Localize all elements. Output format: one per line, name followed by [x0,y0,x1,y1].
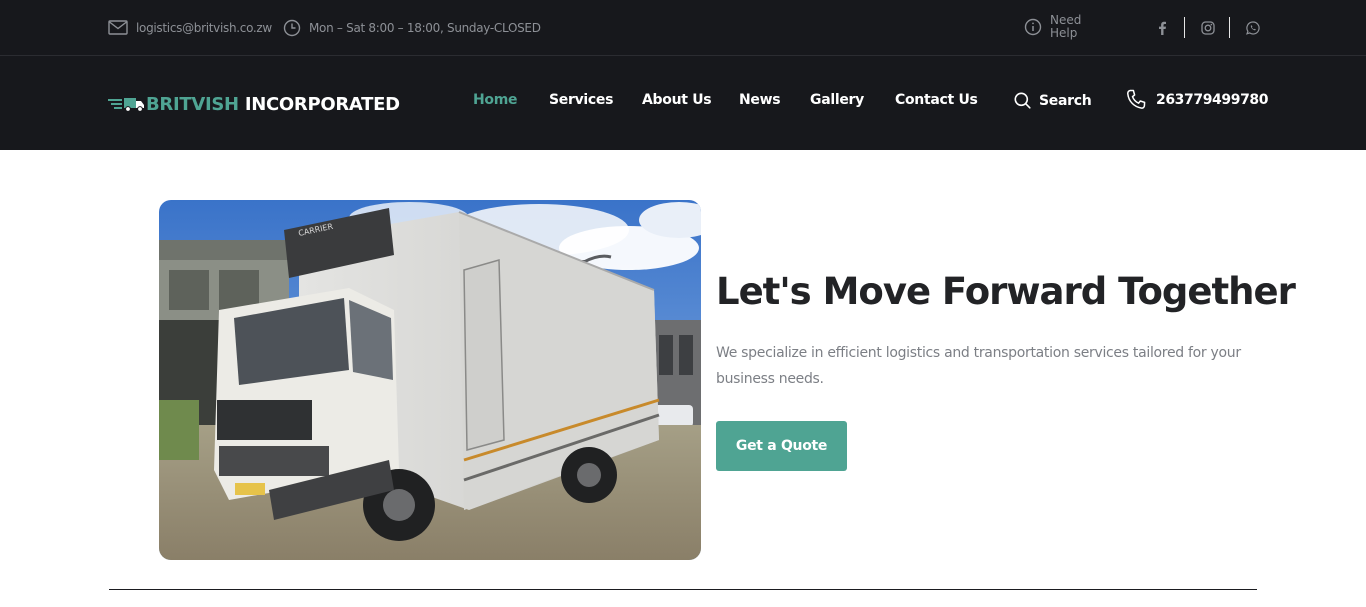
need-help[interactable]: Need Help [1024,14,1081,40]
nav-services[interactable]: Services [549,92,613,108]
whatsapp-link[interactable] [1241,17,1265,38]
social-divider [1229,17,1230,38]
truck-logo-icon [108,98,144,112]
nav-news[interactable]: News [739,92,781,108]
nav-home[interactable]: Home [473,92,518,108]
phone-icon [1127,89,1146,109]
clock-icon [283,19,301,36]
site-logo[interactable]: BRITVISH INCORPORATED [108,90,400,118]
hero-description: We specialize in efficient logistics and… [716,345,1241,387]
logo-word-britvish: BRITVISH [146,93,239,115]
logo-word-incorporated: INCORPORATED [244,93,400,115]
hero-truck-image: CARRIER [159,200,701,560]
hero-title: Let's Move Forward Together [716,270,1296,313]
search-button[interactable]: Search [1014,92,1092,109]
main-navbar: BRITVISH INCORPORATED Home Services Abou… [0,56,1366,150]
need-help-line2: Help [1050,26,1078,40]
nav-contact-us[interactable]: Contact Us [895,92,978,108]
search-icon [1014,92,1031,109]
top-bar: logistics@britvish.co.zw Mon – Sat 8:00 … [0,0,1366,56]
search-label: Search [1039,92,1092,109]
instagram-link[interactable] [1196,17,1220,38]
get-a-quote-button[interactable]: Get a Quote [716,421,847,471]
nav-about-us[interactable]: About Us [642,92,712,108]
mail-icon [108,20,128,35]
email-text: logistics@britvish.co.zw [136,20,272,35]
section-divider [109,589,1257,590]
phone-link[interactable]: 263779499780 [1126,89,1269,110]
facebook-link[interactable] [1150,17,1174,38]
refrigerated-truck-illustration: CARRIER [159,200,701,560]
phone-number: 263779499780 [1156,91,1269,108]
instagram-icon [1201,20,1215,35]
hours-text: Mon – Sat 8:00 – 18:00, Sunday-CLOSED [309,20,541,35]
email-contact[interactable]: logistics@britvish.co.zw [108,0,272,55]
facebook-icon [1159,21,1166,35]
business-hours: Mon – Sat 8:00 – 18:00, Sunday-CLOSED [283,0,541,55]
whatsapp-icon [1246,20,1260,35]
social-divider [1184,17,1185,38]
nav-gallery[interactable]: Gallery [810,92,864,108]
info-icon [1024,18,1042,36]
